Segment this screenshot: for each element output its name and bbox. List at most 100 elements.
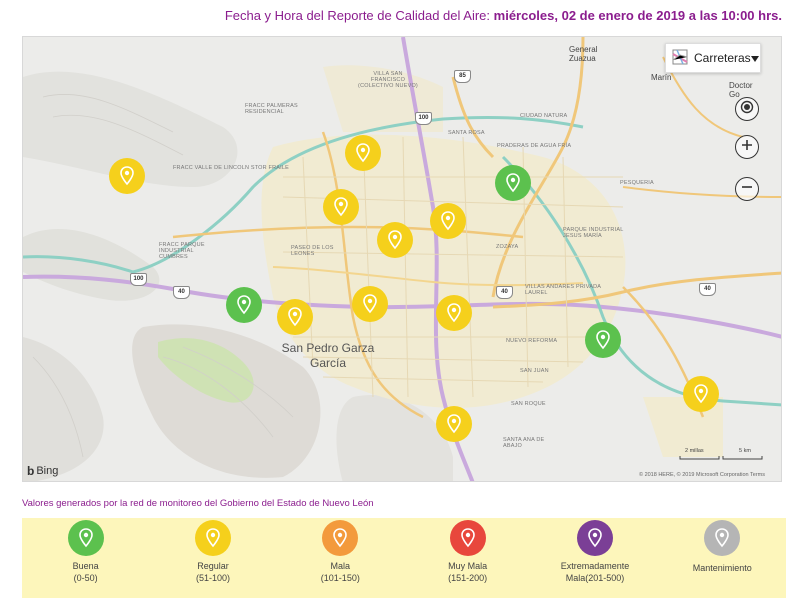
legend-label: Mantenimiento — [692, 563, 752, 573]
legend-dot-regular — [194, 520, 231, 556]
station-marker[interactable] — [323, 189, 359, 225]
location-pin-icon — [356, 143, 370, 163]
scale-km: 5 km — [739, 448, 751, 454]
location-pin-icon — [596, 330, 610, 350]
station-marker[interactable] — [436, 295, 472, 331]
legend-dot-extremadamente-mala — [576, 520, 613, 556]
highway-shield: 40 — [699, 283, 716, 296]
locate-icon — [740, 100, 754, 119]
location-pin-icon — [460, 528, 475, 548]
town-marin: Marín — [651, 73, 672, 82]
scale-miles: 2 millas — [685, 448, 704, 454]
bing-logo-mark: b — [27, 464, 35, 478]
location-pin-icon — [715, 528, 730, 548]
location-pin-icon — [447, 414, 461, 434]
map-base-layer — [23, 37, 781, 481]
legend-label: Muy Mala — [448, 561, 488, 571]
location-pin-icon — [120, 166, 134, 186]
station-marker[interactable] — [585, 322, 621, 358]
air-quality-map[interactable]: VILLA SAN FRANCISCO (COLECTIVO NUEVO) FR… — [22, 36, 782, 482]
locate-button[interactable] — [735, 97, 759, 121]
station-marker[interactable] — [109, 158, 145, 194]
legend-label: Extremadamente — [560, 561, 630, 571]
place-zozaya: ZOZAYA — [496, 244, 519, 250]
highway-shield: 100 — [415, 112, 432, 125]
station-marker[interactable] — [345, 135, 381, 171]
highway-shield: 40 — [173, 286, 190, 299]
map-type-dropdown[interactable]: Carreteras — [665, 43, 761, 73]
bing-logo[interactable]: b Bing — [27, 464, 58, 478]
legend-item-mantenimiento: Mantenimiento — [667, 520, 777, 574]
town-doctor-go: Doctor Go — [729, 81, 753, 99]
place-paseo-de-los-leones: PASEO DE LOS LEONES — [291, 245, 334, 257]
legend-item-muy-mala: Muy Mala (151-200) — [413, 520, 523, 584]
legend-range: (0-50) — [73, 573, 98, 583]
place-fracc-parque-industrial-cumbres: FRACC PARQUE INDUSTRIAL CUMBRES — [159, 242, 205, 260]
station-marker[interactable] — [495, 165, 531, 201]
legend-label: Mala — [330, 561, 351, 571]
legend-label: Regular — [197, 561, 229, 571]
report-datetime-header: Fecha y Hora del Reporte de Calidad del … — [0, 8, 782, 23]
legend-item-regular: Regular (51-100) — [158, 520, 268, 584]
legend-dot-mala — [322, 520, 359, 556]
place-san-roque: SAN ROQUE — [511, 401, 546, 407]
legend-range: Mala(201-500) — [565, 573, 625, 583]
place-pesqueria: PESQUERIA — [620, 180, 654, 186]
legend-dot-muy-mala — [449, 520, 486, 556]
location-pin-icon — [288, 307, 302, 327]
location-pin-icon — [588, 528, 602, 548]
location-pin-icon — [206, 528, 220, 548]
map-type-label: Carreteras — [694, 51, 751, 65]
legend-item-extremadamente-mala: Extremadamente Mala(201-500) — [540, 520, 650, 584]
town-general-zuazua: General Zuazua — [569, 45, 598, 63]
place-villas-andares: VILLAS ANDARES PRIVADA LAUREL — [525, 284, 601, 296]
report-datetime-value: miércoles, 02 de enero de 2019 a las 10:… — [493, 8, 782, 23]
highway-shield: 100 — [130, 273, 147, 286]
location-pin-icon — [78, 528, 93, 548]
place-fracc-palmeras: FRACC PALMERAS RESIDENCIAL — [245, 103, 298, 115]
place-fracc-valle-lincoln: FRACC VALLE DE LINCOLN STOR FRAILE — [173, 165, 290, 171]
place-santa-ana-de-abajo: SANTA ANA DE ABAJO — [503, 437, 545, 449]
legend-label: Buena — [72, 561, 99, 571]
map-copyright[interactable]: © 2018 HERE, © 2019 Microsoft Corporatio… — [639, 472, 765, 478]
city-label-san-pedro: San Pedro Garza García — [281, 341, 375, 370]
road-map-icon — [672, 49, 688, 68]
station-marker[interactable] — [352, 286, 388, 322]
place-praderas-agua-fria: PRADERAS DE AGUA FRÍA — [497, 143, 572, 149]
place-ciudad-natura: CIUDAD NATURA — [520, 113, 568, 119]
location-pin-icon — [388, 230, 402, 250]
place-santa-rosa: SANTA ROSA — [448, 130, 485, 136]
place-san-juan: SAN JUAN — [520, 368, 549, 374]
station-marker[interactable] — [430, 203, 466, 239]
location-pin-icon — [237, 295, 251, 315]
caret-down-icon — [750, 51, 759, 65]
bing-logo-text: Bing — [36, 465, 59, 477]
location-pin-icon — [441, 211, 455, 231]
highway-shield: 40 — [496, 286, 513, 299]
highway-shield: 85 — [454, 70, 471, 83]
station-marker[interactable] — [683, 376, 719, 412]
place-villa-san-francisco: VILLA SAN FRANCISCO (COLECTIVO NUEVO) — [358, 71, 418, 89]
location-pin-icon — [334, 197, 348, 217]
map-scale-bar: 2 millas 5 km — [679, 448, 763, 465]
legend-item-buena: Buena (0-50) — [31, 520, 141, 584]
location-pin-icon — [363, 294, 377, 314]
station-marker[interactable] — [436, 406, 472, 442]
location-pin-icon — [694, 384, 708, 404]
legend-range: (151-200) — [448, 573, 488, 583]
legend-dot-mantenimiento — [704, 520, 741, 556]
legend-range: (51-100) — [195, 573, 230, 583]
place-nuevo-reforma: NUEVO REFORMA — [506, 338, 558, 344]
report-datetime-prefix: Fecha y Hora del Reporte de Calidad del … — [224, 8, 491, 23]
zoom-in-button[interactable] — [735, 135, 759, 159]
legend-caption: Valores generados por la red de monitore… — [22, 498, 374, 509]
place-parque-industrial-jesus-maria: PARQUE INDUSTRIAL JESUS MARÍA — [563, 227, 624, 239]
station-marker[interactable] — [377, 222, 413, 258]
station-marker[interactable] — [277, 299, 313, 335]
location-pin-icon — [333, 528, 348, 548]
zoom-out-button[interactable] — [735, 177, 759, 201]
zoom-in-icon — [741, 138, 753, 156]
legend-range: (101-150) — [320, 573, 360, 583]
station-marker[interactable] — [226, 287, 262, 323]
legend-item-mala: Mala (101-150) — [285, 520, 395, 584]
